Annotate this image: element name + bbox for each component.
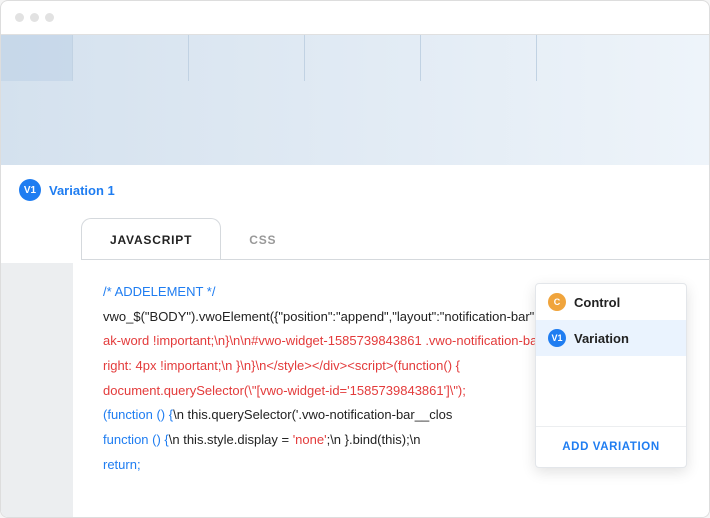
code-token: (function () {: [103, 407, 173, 422]
tab-css[interactable]: CSS: [221, 219, 304, 259]
code-token: function () {: [103, 432, 169, 447]
tab-javascript[interactable]: JAVASCRIPT: [81, 218, 221, 259]
header-slot: [1, 35, 73, 81]
header-slot: [421, 35, 537, 81]
preview-header: [1, 35, 709, 165]
editor-area: V1 Variation 1 JAVASCRIPT CSS /* ADDELEM…: [1, 165, 709, 518]
variation-selector[interactable]: V1 Variation 1: [19, 179, 115, 201]
control-badge: C: [548, 293, 566, 311]
variation-badge: V1: [19, 179, 41, 201]
code-token: 'none': [293, 432, 327, 447]
dropdown-item-label: Control: [574, 295, 620, 310]
code-token: return;: [103, 457, 141, 472]
header-slot: [189, 35, 305, 81]
code-tab-strip: JAVASCRIPT CSS: [81, 215, 304, 259]
traffic-light-minimize[interactable]: [30, 13, 39, 22]
code-token: document.querySelector(\"[vwo-widget-id=…: [103, 383, 466, 398]
app-window: V1 Variation 1 JAVASCRIPT CSS /* ADDELEM…: [0, 0, 710, 518]
code-token: vwo_$("BODY").vwoElement({"position":"ap…: [103, 309, 576, 324]
code-token: right: 4px !important;\n }\n}\n</style><…: [103, 358, 460, 373]
dropdown-item-variation[interactable]: V1 Variation: [536, 320, 686, 356]
variation-badge-small: V1: [548, 329, 566, 347]
traffic-light-close[interactable]: [15, 13, 24, 22]
code-token: \n this.querySelector('.vwo-notification…: [173, 407, 452, 422]
add-variation-button[interactable]: ADD VARIATION: [536, 426, 686, 467]
header-slot: [305, 35, 421, 81]
variation-dropdown: C Control V1 Variation ADD VARIATION: [535, 283, 687, 468]
dropdown-spacer: [536, 356, 686, 426]
code-token: \n this.style.display =: [169, 432, 293, 447]
left-sidebar: [1, 263, 73, 518]
header-slot: [73, 35, 189, 81]
dropdown-item-label: Variation: [574, 331, 629, 346]
code-token: ;\n }.bind(this);\n: [327, 432, 421, 447]
dropdown-item-control[interactable]: C Control: [536, 284, 686, 320]
code-token: /* ADDELEMENT */: [103, 284, 215, 299]
traffic-light-zoom[interactable]: [45, 13, 54, 22]
window-titlebar: [1, 1, 709, 35]
variation-label: Variation 1: [49, 183, 115, 198]
